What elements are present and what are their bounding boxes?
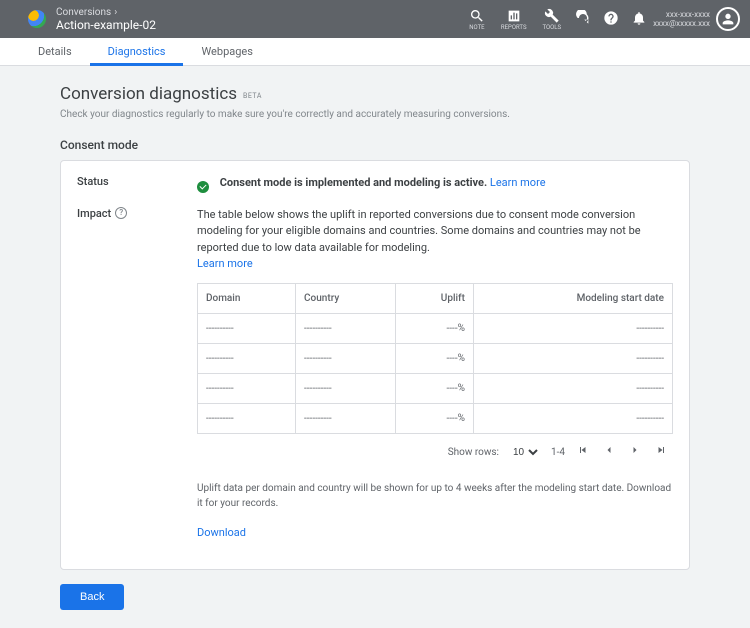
notifications-icon[interactable]	[631, 10, 647, 29]
sub-nav: Details Diagnostics Webpages	[0, 38, 750, 66]
pager-first-icon[interactable]	[575, 442, 591, 463]
check-circle-icon	[197, 181, 209, 193]
tab-diagnostics[interactable]: Diagnostics	[90, 38, 184, 66]
breadcrumb-block: Conversions› Action-example-02	[56, 7, 156, 32]
pager-last-icon[interactable]	[653, 442, 669, 463]
status-label: Status	[77, 175, 197, 193]
product-logo	[28, 10, 46, 28]
pager-next-icon[interactable]	[627, 442, 643, 463]
page-content: Conversion diagnostics BETA Check your di…	[0, 66, 750, 628]
rows-select[interactable]: 10	[509, 446, 541, 459]
uplift-note: Uplift data per domain and country will …	[197, 481, 673, 511]
search-tool[interactable]: NOTE	[469, 8, 485, 31]
page-title: Conversion diagnostics	[60, 84, 237, 104]
pager-prev-icon[interactable]	[601, 442, 617, 463]
back-button[interactable]: Back	[60, 584, 124, 610]
consent-mode-card: Status Consent mode is implemented and m…	[60, 160, 690, 570]
table-row: ------------------------%----------	[198, 313, 673, 343]
download-link[interactable]: Download	[197, 525, 246, 542]
tools-tool[interactable]: TOOLS	[543, 8, 562, 31]
impact-learn-more-link[interactable]: Learn more	[197, 257, 253, 270]
section-heading: Consent mode	[60, 138, 690, 152]
tab-webpages[interactable]: Webpages	[183, 38, 270, 65]
page-context-title: Action-example-02	[56, 18, 156, 32]
status-body: Consent mode is implemented and modeling…	[197, 175, 673, 193]
table-row: ------------------------%----------	[198, 403, 673, 433]
impact-label: Impact ?	[77, 207, 197, 542]
table-row: ------------------------%----------	[198, 373, 673, 403]
col-domain: Domain	[198, 283, 296, 313]
avatar-icon[interactable]	[716, 7, 740, 31]
show-rows-label: Show rows:	[448, 445, 499, 460]
uplift-table: Domain Country Uplift Modeling start dat…	[197, 283, 673, 434]
pager-range: 1-4	[551, 445, 565, 460]
page-subtitle: Check your diagnostics regularly to make…	[60, 109, 690, 120]
impact-text: The table below shows the uplift in repo…	[197, 208, 641, 254]
col-country: Country	[296, 283, 395, 313]
beta-badge: BETA	[243, 92, 262, 100]
help-icon[interactable]	[603, 10, 619, 29]
top-bar: Conversions› Action-example-02 NOTE REPO…	[0, 0, 750, 38]
status-text: Consent mode is implemented and modeling…	[220, 176, 487, 189]
table-row: ------------------------%----------	[198, 343, 673, 373]
help-circle-icon[interactable]: ?	[115, 207, 127, 219]
tab-details[interactable]: Details	[20, 38, 90, 65]
col-uplift: Uplift	[395, 283, 473, 313]
reports-tool[interactable]: REPORTS	[501, 8, 527, 31]
account-switcher[interactable]: xxx-xxx-xxxxxxxx@xxxxx.xxx	[653, 7, 740, 31]
refresh-icon[interactable]	[575, 10, 591, 29]
back-arrow-icon[interactable]	[10, 8, 18, 30]
breadcrumb[interactable]: Conversions	[56, 7, 111, 18]
status-learn-more-link[interactable]: Learn more	[490, 176, 546, 189]
table-pager: Show rows: 10 1-4	[197, 434, 673, 471]
col-start: Modeling start date	[473, 283, 672, 313]
